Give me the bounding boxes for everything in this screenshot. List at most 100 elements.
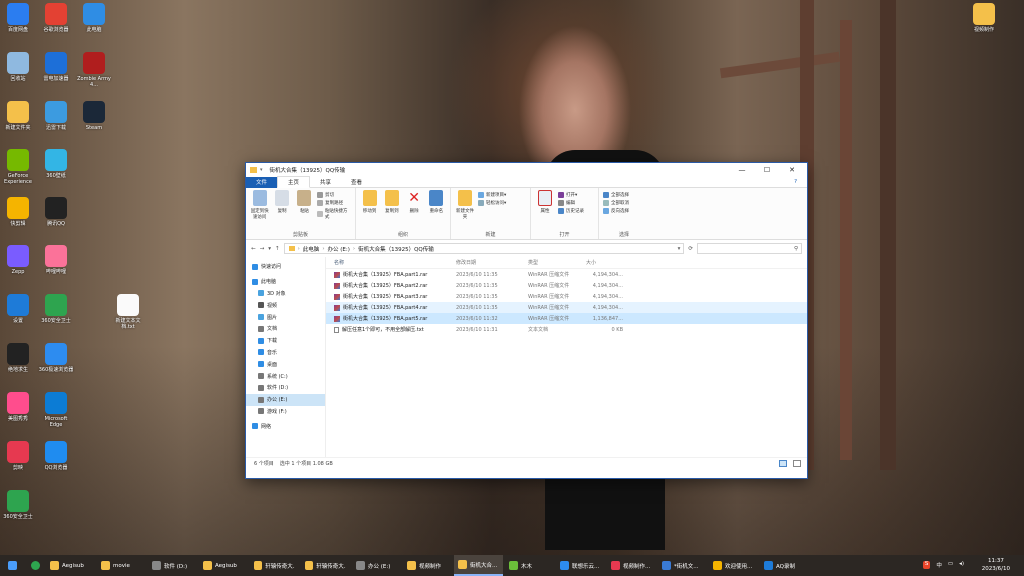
nav-item[interactable]: 网络 xyxy=(246,420,325,432)
taskbar-item[interactable]: Aegisub xyxy=(199,555,248,576)
history-button[interactable]: 历史记录 xyxy=(558,208,584,214)
address-bar[interactable]: › 此电脑 › 办公 (E:) › 街机大合集（13925）QQ传输 ▾ xyxy=(283,243,685,254)
network-icon[interactable]: ▭ xyxy=(948,561,953,569)
desktop-icon[interactable]: Steam xyxy=(76,101,112,131)
file-row[interactable]: 街机大合集（13925）FBA.part4.rar 2023/6/10 11:35… xyxy=(326,302,807,313)
file-row[interactable]: 街机大合集（13925）FBA.part3.rar 2023/6/10 11:35… xyxy=(326,291,807,302)
taskbar-item[interactable]: 欢迎使用... xyxy=(709,555,758,576)
nav-item[interactable]: 办公 (E:) xyxy=(246,393,325,406)
desktop-icon[interactable]: QQ浏览器 xyxy=(38,441,74,471)
nav-item[interactable]: 游戏 (F:) xyxy=(246,406,325,418)
nav-item[interactable]: 文档 xyxy=(246,323,325,335)
sogou-icon[interactable]: S xyxy=(922,561,931,569)
nav-item[interactable]: 快速访问 xyxy=(246,261,325,273)
select-all-button[interactable]: 全部选择 xyxy=(603,192,629,198)
back-icon[interactable]: ← xyxy=(251,246,256,252)
taskbar-item[interactable]: 视频制作 xyxy=(403,555,452,576)
desktop-icon[interactable]: 谷歌浏览器 xyxy=(38,3,74,33)
new-item-button[interactable]: 新建项目▾ xyxy=(478,192,506,198)
desktop-icon[interactable]: Zombie Army 4... xyxy=(76,52,112,88)
desktop-icon[interactable]: GeForce Experience xyxy=(0,149,36,185)
paste-shortcut-button[interactable]: 粘贴快捷方式 xyxy=(317,208,351,220)
desktop-icon[interactable]: 百度网盘 xyxy=(0,3,36,33)
desktop-icon[interactable]: 迅雷下载 xyxy=(38,101,74,131)
desktop-icon[interactable]: 新建文本文档.txt xyxy=(110,294,146,330)
breadcrumb-this-pc[interactable]: 此电脑 xyxy=(303,245,320,253)
ime-indicator[interactable]: 中 xyxy=(936,561,942,569)
nav-item[interactable]: 软件 (D:) xyxy=(246,382,325,394)
taskbar-item[interactable]: AQ录制 xyxy=(760,555,809,576)
breadcrumb-drive-e[interactable]: 办公 (E:) xyxy=(328,245,350,253)
desktop-icon[interactable]: 腾讯QQ xyxy=(38,197,74,227)
maximize-button[interactable]: ☐ xyxy=(756,166,778,174)
tiles-view-icon[interactable] xyxy=(793,460,801,467)
close-button[interactable]: ✕ xyxy=(781,166,803,174)
file-row[interactable]: 街机大合集（13925）FBA.part1.rar 2023/6/10 11:35… xyxy=(326,269,807,280)
desktop-icon[interactable]: 快剪辑 xyxy=(0,197,36,227)
edit-button[interactable]: 编辑 xyxy=(558,200,584,206)
volume-icon[interactable]: ◂) xyxy=(959,561,964,569)
select-none-button[interactable]: 全部取消 xyxy=(603,200,629,206)
nav-item[interactable]: 系统 (C:) xyxy=(246,370,325,382)
desktop-icon[interactable]: 绝地求生 xyxy=(0,343,36,373)
pin-quick-icon[interactable]: ▾ xyxy=(260,167,263,173)
taskbar-item[interactable]: 木木 xyxy=(505,555,554,576)
open-button[interactable]: 打开▾ xyxy=(558,192,584,198)
desktop-icon[interactable]: 此电脑 xyxy=(76,3,112,33)
help-icon[interactable]: ? xyxy=(784,178,807,186)
desktop-icon[interactable]: 360安全卫士 xyxy=(0,490,36,520)
column-type[interactable]: 类型 xyxy=(528,259,586,266)
column-name[interactable]: 名称 xyxy=(326,259,456,266)
taskbar-item[interactable]: 联想乐云... xyxy=(556,555,605,576)
desktop-icon[interactable]: 新建文件夹 xyxy=(0,101,36,131)
minimize-button[interactable]: — xyxy=(731,166,753,174)
nav-item[interactable]: 下载 xyxy=(246,335,325,347)
nav-item[interactable]: 桌面 xyxy=(246,358,325,370)
desktop-icon[interactable]: 美图秀秀 xyxy=(0,392,36,422)
tab-share[interactable]: 共享 xyxy=(310,177,341,187)
easy-access-button[interactable]: 轻松访问▾ xyxy=(478,200,506,206)
taskbar-item[interactable]: *街机文... xyxy=(658,555,707,576)
tab-home[interactable]: 主页 xyxy=(277,176,311,188)
tab-view[interactable]: 查看 xyxy=(341,177,372,187)
column-date[interactable]: 修改日期 xyxy=(456,259,528,266)
nav-item[interactable]: 图片 xyxy=(246,311,325,323)
column-size[interactable]: 大小 xyxy=(586,259,623,266)
cut-button[interactable]: 剪切 xyxy=(317,192,351,198)
start-button[interactable] xyxy=(0,555,25,576)
taskbar-item[interactable]: 视频制作... xyxy=(607,555,656,576)
copy-path-button[interactable]: 复制路径 xyxy=(317,200,351,206)
desktop-icon[interactable]: 剪映 xyxy=(0,441,36,471)
nav-item[interactable]: 此电脑 xyxy=(246,276,325,288)
desktop-icon[interactable]: 雷电加速器 xyxy=(38,52,74,82)
details-view-icon[interactable] xyxy=(779,460,787,467)
refresh-icon[interactable]: ⟳ xyxy=(688,246,693,252)
nav-item[interactable]: 视频 xyxy=(246,299,325,311)
desktop-icon[interactable]: 视频制作 xyxy=(966,3,1002,33)
taskbar-item[interactable]: 街机大合... xyxy=(454,555,503,576)
nav-item[interactable]: 3D 对象 xyxy=(246,288,325,300)
taskbar-item[interactable]: 软件 (D:) xyxy=(148,555,197,576)
up-icon[interactable]: ↑ xyxy=(275,246,280,252)
desktop-icon[interactable]: 360安全卫士 xyxy=(38,294,74,324)
file-row[interactable]: 街机大合集（13925）FBA.part5.rar 2023/6/10 11:32… xyxy=(326,313,807,324)
file-row[interactable]: 解压任意1个即可，不用全部解压.txt 2023/6/10 11:31 文本文档 0 … xyxy=(326,324,807,335)
desktop-icon[interactable]: Zepp xyxy=(0,245,36,275)
clock[interactable]: 11:37 2023/6/10 xyxy=(982,557,1010,573)
desktop-icon[interactable]: 360壁纸 xyxy=(38,149,74,179)
taskbar-item[interactable]: 办公 (E:) xyxy=(352,555,401,576)
desktop-icon[interactable]: 设置 xyxy=(0,294,36,324)
taskbar-item[interactable]: 轩辕传奇大... xyxy=(301,555,350,576)
forward-icon[interactable]: → xyxy=(260,246,265,252)
nav-item[interactable]: 音乐 xyxy=(246,347,325,359)
tab-file[interactable]: 文件 xyxy=(246,176,278,188)
taskbar-item[interactable]: movie xyxy=(97,555,146,576)
taskbar-item[interactable]: Aegisub xyxy=(46,555,95,576)
recent-icon[interactable]: ▾ xyxy=(268,246,271,252)
desktop-icon[interactable]: 360极速浏览器 xyxy=(38,343,74,373)
desktop-icon[interactable]: Microsoft Edge xyxy=(38,392,74,428)
taskbar-item[interactable]: 轩辕传奇大... xyxy=(250,555,299,576)
360-tray-button[interactable] xyxy=(27,555,44,576)
desktop-icon[interactable]: 哔哩哔哩 xyxy=(38,245,74,275)
file-row[interactable]: 街机大合集（13925）FBA.part2.rar 2023/6/10 11:35… xyxy=(326,280,807,291)
